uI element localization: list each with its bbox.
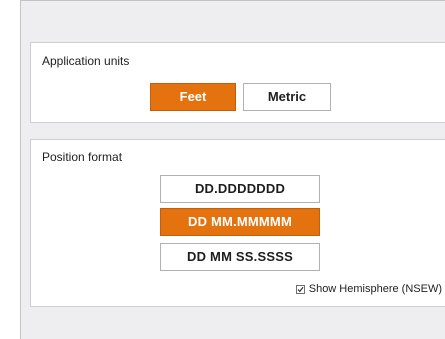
feet-button[interactable]: Feet (150, 83, 236, 111)
application-units-title: Application units (42, 54, 130, 68)
show-hemisphere-label: Show Hemisphere (NSEW) (308, 283, 442, 295)
metric-button[interactable]: Metric (243, 83, 331, 111)
application-units-section: Application units Feet Metric (30, 42, 445, 123)
format-ddmm-button[interactable]: DD MM.MMMMM (160, 208, 320, 236)
checkmark-icon (297, 286, 304, 292)
format-ddmmss-button[interactable]: DD MM SS.SSSS (160, 243, 320, 271)
format-dd-button[interactable]: DD.DDDDDDD (160, 175, 320, 203)
hemisphere-checkbox[interactable] (295, 284, 305, 294)
position-format-section: Position format DD.DDDDDDD DD MM.MMMMM D… (30, 139, 445, 307)
position-format-title: Position format (42, 150, 123, 164)
show-hemisphere-toggle[interactable]: Show Hemisphere (NSEW) (295, 283, 442, 295)
